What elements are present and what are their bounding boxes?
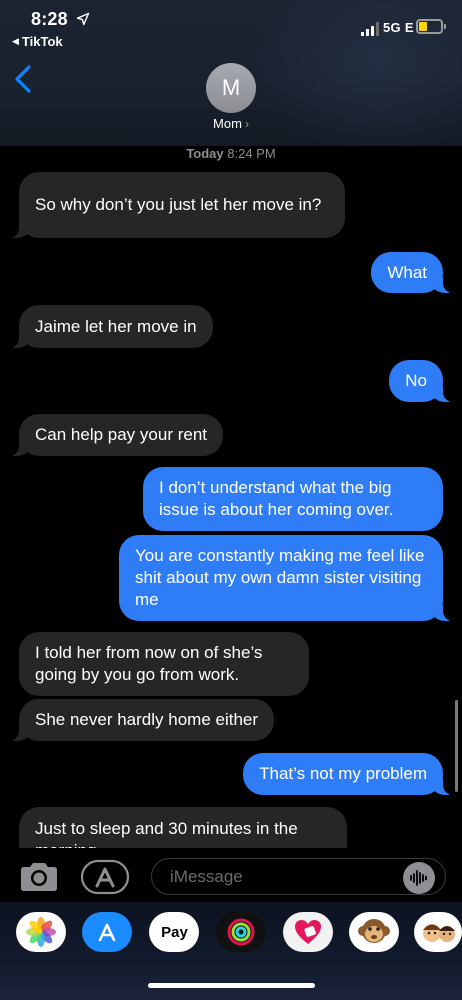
network-type: 5G E [383, 20, 414, 35]
location-arrow-icon [76, 12, 90, 26]
thread-timestamp: Today 8:24 PM [0, 146, 462, 161]
app-store-icon[interactable] [82, 912, 132, 952]
audio-message-icon[interactable] [403, 862, 435, 894]
message-text: You are constantly making me feel like s… [135, 546, 425, 609]
message-bubble-incoming[interactable]: Can help pay your rent [9, 414, 223, 456]
contact-name: Mom [213, 116, 242, 131]
imessage-input[interactable]: iMessage [151, 858, 446, 895]
contact-avatar[interactable]: M [206, 63, 256, 113]
timestamp-time: 8:24 PM [227, 146, 276, 161]
back-triangle-icon: ◀ [12, 36, 19, 46]
monkey-memoji-icon[interactable] [349, 912, 399, 952]
waveform-icon [410, 870, 427, 886]
message-text: She never hardly home either [35, 710, 259, 729]
message-bubble-outgoing[interactable]: That’s not my problem [243, 753, 453, 795]
home-indicator[interactable] [148, 983, 315, 988]
apple-pay-label: Pay [161, 923, 188, 941]
battery-icon [416, 19, 446, 34]
message-text: I told her from now on of she’s going by… [35, 643, 263, 684]
message-text: No [405, 371, 427, 390]
message-bubble-outgoing[interactable]: You are constantly making me feel like s… [119, 535, 453, 621]
camera-icon[interactable] [18, 861, 60, 893]
message-thread[interactable]: Today 8:24 PM So why don’t you just let … [0, 146, 462, 848]
message-bubble-incoming[interactable]: So why don’t you just let her move in? [9, 172, 345, 238]
message-text: Jaime let her move in [35, 316, 197, 336]
message-bubble-outgoing[interactable]: What [371, 252, 453, 293]
contact-name-button[interactable]: Mom › [0, 116, 462, 131]
message-text: Can help pay your rent [35, 425, 207, 444]
back-to-app-link[interactable]: ◀ TikTok [12, 34, 63, 49]
message-text: What [387, 262, 427, 282]
message-bubble-outgoing[interactable]: I don’t understand what the big issue is… [143, 467, 443, 531]
app-drawer-icon[interactable] [80, 859, 130, 895]
memoji-icon[interactable] [414, 912, 462, 952]
message-bubble-incoming[interactable]: Jaime let her move in [9, 305, 213, 348]
cellular-signal-icon [361, 22, 379, 36]
activity-icon[interactable] [216, 912, 266, 952]
chevron-right-icon: › [244, 117, 249, 131]
scroll-indicator[interactable] [455, 700, 458, 792]
message-text: That’s not my problem [259, 764, 427, 783]
message-bubble-outgoing[interactable]: No [389, 360, 453, 402]
message-bubble-incoming[interactable]: I told her from now on of she’s going by… [19, 632, 309, 696]
message-bubble-incoming[interactable]: She never hardly home either [8, 699, 275, 741]
timestamp-day: Today [186, 146, 224, 161]
status-time: 8:28 [31, 9, 68, 29]
apple-pay-icon[interactable]: Pay [149, 912, 199, 952]
message-text: Just to sleep and 30 minutes in the morn… [35, 819, 298, 848]
heart-sticker-icon[interactable] [283, 912, 333, 952]
compose-bar: iMessage [0, 848, 462, 902]
back-chevron-icon[interactable] [12, 64, 34, 94]
conversation-header: 8:28 ◀ TikTok 5G E M Mom › [0, 0, 462, 146]
message-text: So why don’t you just let her move in? [35, 195, 322, 214]
input-placeholder: iMessage [170, 866, 243, 886]
back-app-label: TikTok [21, 34, 63, 49]
message-text: I don’t understand what the big issue is… [159, 478, 394, 519]
photos-icon[interactable] [16, 912, 66, 952]
message-bubble-incoming[interactable]: Just to sleep and 30 minutes in the morn… [19, 807, 347, 848]
